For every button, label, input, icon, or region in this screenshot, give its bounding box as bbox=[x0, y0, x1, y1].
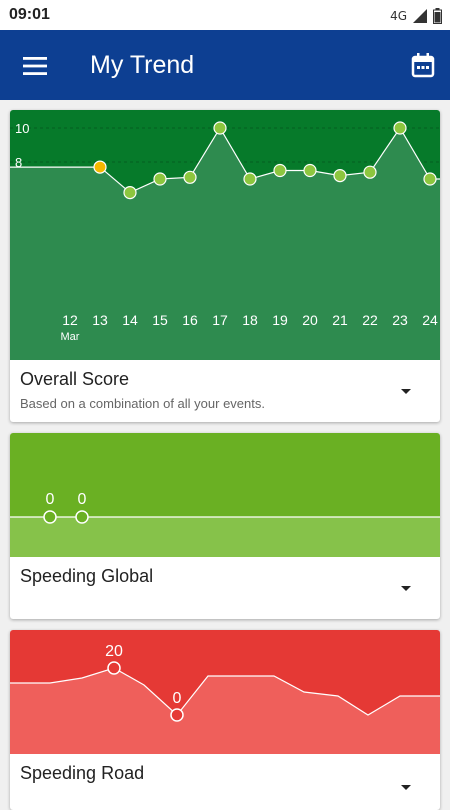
chevron-down-icon[interactable] bbox=[396, 777, 416, 797]
card-subtitle: Based on a combination of all your event… bbox=[20, 396, 265, 411]
x-tick-label: 16 bbox=[182, 312, 198, 328]
overall-score-card[interactable]: 024681012131415161718192021222324Mar Ove… bbox=[10, 110, 440, 422]
speeding-global-info: Speeding Global bbox=[10, 557, 440, 619]
data-point bbox=[243, 172, 257, 186]
x-tick-label: 21 bbox=[332, 312, 348, 328]
chevron-down-icon[interactable] bbox=[396, 381, 416, 401]
signal-icon bbox=[413, 9, 427, 23]
data-label: 20 bbox=[105, 643, 123, 660]
app-bar: My Trend bbox=[0, 30, 450, 100]
data-point bbox=[183, 170, 197, 184]
x-tick-label: 22 bbox=[362, 312, 378, 328]
data-point bbox=[303, 163, 317, 178]
x-tick-label: 14 bbox=[122, 312, 138, 328]
data-label: 0 bbox=[173, 690, 182, 707]
speeding-global-card[interactable]: 00 Speeding Global bbox=[10, 433, 440, 619]
network-type: 4G bbox=[390, 9, 407, 23]
data-point bbox=[123, 185, 137, 200]
card-title: Speeding Global bbox=[20, 566, 154, 586]
x-tick-label: 20 bbox=[302, 312, 318, 328]
page-title: My Trend bbox=[90, 51, 195, 79]
card-title: Speeding Road bbox=[20, 763, 145, 783]
x-tick-label: 24 bbox=[422, 312, 438, 328]
calendar-button[interactable] bbox=[408, 50, 438, 80]
overall-score-info: Overall Score Based on a combination of … bbox=[10, 360, 440, 422]
x-tick-label: 23 bbox=[392, 312, 408, 328]
overall-score-chart: 024681012131415161718192021222324Mar bbox=[10, 110, 440, 360]
x-month-label: Mar bbox=[61, 331, 80, 343]
x-tick-label: 17 bbox=[212, 312, 228, 328]
data-point bbox=[363, 165, 377, 179]
data-point bbox=[153, 172, 167, 186]
data-point bbox=[273, 163, 287, 178]
data-point bbox=[393, 121, 407, 135]
x-tick-label: 18 bbox=[242, 312, 258, 328]
data-point bbox=[107, 661, 121, 675]
data-point bbox=[93, 160, 107, 174]
data-point bbox=[213, 121, 227, 135]
data-point bbox=[170, 708, 184, 722]
speeding-road-card[interactable]: 20 0 Speeding Road bbox=[10, 630, 440, 810]
calendar-icon bbox=[411, 53, 435, 78]
data-point bbox=[43, 510, 57, 524]
data-label: 0 bbox=[78, 491, 87, 508]
status-bar: 09:01 4G bbox=[0, 0, 450, 30]
y-tick-label: 10 bbox=[15, 121, 29, 136]
x-tick-label: 13 bbox=[92, 312, 108, 328]
menu-button[interactable] bbox=[18, 52, 52, 80]
data-label: 0 bbox=[46, 491, 55, 508]
x-tick-label: 12 bbox=[62, 312, 78, 328]
chevron-down-icon[interactable] bbox=[396, 578, 416, 598]
speeding-road-info: Speeding Road bbox=[10, 754, 440, 810]
battery-icon bbox=[433, 8, 442, 24]
data-point bbox=[75, 510, 89, 524]
area-fill bbox=[10, 517, 440, 557]
speeding-global-chart: 00 bbox=[10, 433, 440, 557]
data-point bbox=[423, 172, 437, 186]
status-icons: 4G bbox=[390, 8, 442, 24]
x-tick-label: 19 bbox=[272, 312, 288, 328]
data-point bbox=[333, 168, 347, 183]
card-title: Overall Score bbox=[20, 369, 130, 389]
x-tick-label: 15 bbox=[152, 312, 168, 328]
status-time: 09:01 bbox=[9, 6, 50, 23]
speeding-road-chart: 20 0 bbox=[10, 630, 440, 754]
menu-icon bbox=[23, 57, 47, 75]
